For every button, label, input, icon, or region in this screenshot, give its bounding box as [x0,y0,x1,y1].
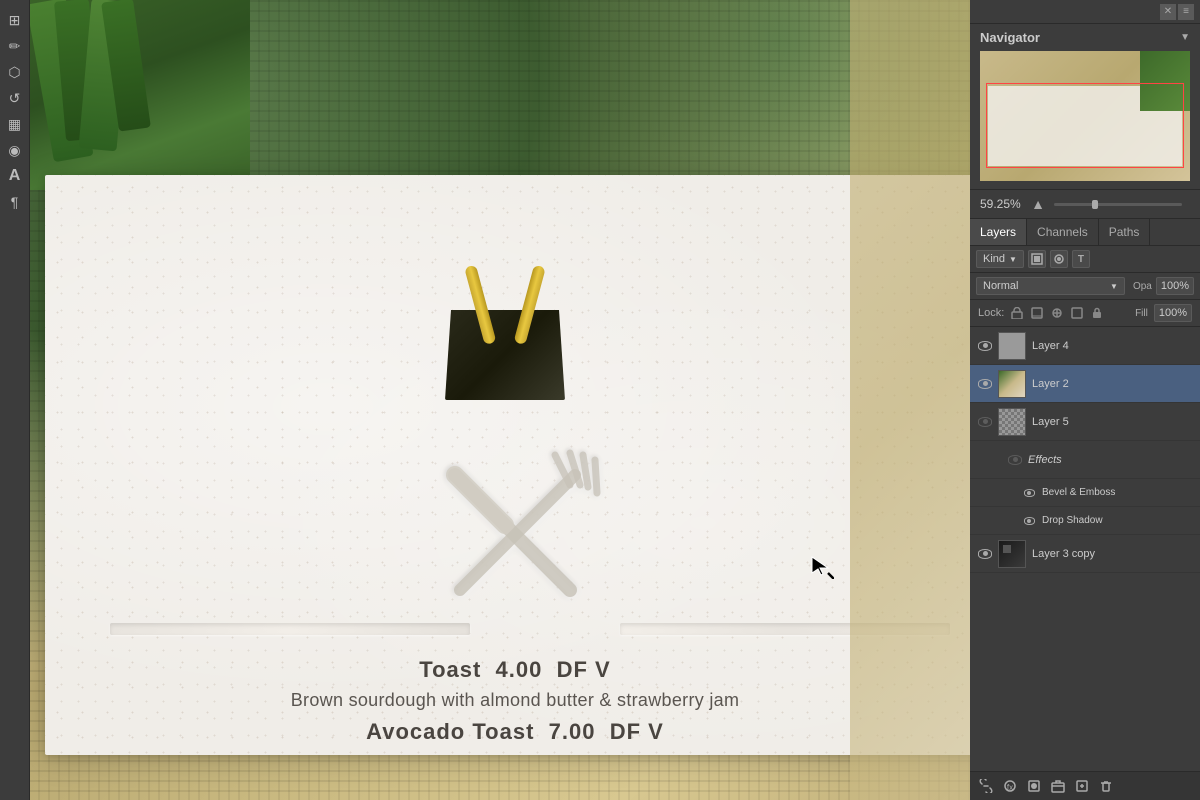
opacity-input[interactable]: 100% [1156,277,1194,295]
lock-artboard-icon[interactable] [1070,306,1084,320]
panel-expand-button[interactable]: ≡ [1178,4,1194,20]
filter-dropdown-arrow: ▼ [1009,255,1017,264]
menu-card: Toast 4.00 DF V Brown sourdough with alm… [45,175,970,755]
adjustments-icon[interactable]: ⊞ [3,8,27,32]
blend-dropdown-arrow: ▼ [1110,282,1118,291]
effect-bevel-item[interactable]: Bevel & Emboss [970,479,1200,507]
layer-item[interactable]: Layer 2 [970,365,1200,403]
layer-thumbnail [998,540,1026,568]
lock-position-icon[interactable] [1050,306,1064,320]
cutlery-icon [415,435,615,635]
layer-item[interactable]: Layer 5 [970,403,1200,441]
menu-item-2-title: Avocado Toast 7.00 DF V [45,719,970,745]
lock-all-icon[interactable] [1090,306,1104,320]
blend-mode-dropdown[interactable]: Normal ▼ [976,277,1125,295]
zoom-slider-track[interactable] [1054,203,1182,206]
text-tool-icon[interactable]: A [3,164,27,188]
layer-thumbnail [998,332,1026,360]
filter-bar: Kind ▼ T [970,246,1200,273]
filter-kind-dropdown[interactable]: Kind ▼ [976,250,1024,268]
layer-item[interactable]: Layer 4 [970,327,1200,365]
add-mask-button[interactable] [1024,776,1044,796]
effects-group-item[interactable]: Effects [970,441,1200,479]
paragraph-icon[interactable]: ¶ [3,190,27,214]
zoom-value: 59.25% [980,197,1030,211]
zoom-up-button[interactable]: ▲ [1030,196,1046,212]
layer-visibility-toggle[interactable] [976,337,994,355]
effect-visibility-toggle[interactable] [1020,512,1038,530]
menu-item-1-desc: Brown sourdough with almond butter & str… [45,686,970,715]
layer-name: Layer 4 [1032,340,1194,352]
zoom-control: 59.25% ▲ [970,190,1200,219]
lock-bar: Lock: Fill 100% [970,300,1200,327]
layer-visibility-toggle[interactable] [976,413,994,431]
create-group-button[interactable] [1048,776,1068,796]
lock-label: Lock: [978,307,1004,319]
layer-name: Layer 2 [1032,378,1194,390]
opacity-label: Opa [1133,281,1152,292]
navigator-section: Navigator ▼ [970,24,1200,190]
filter-type-icon[interactable]: T [1072,250,1090,268]
layer-visibility-toggle[interactable] [976,375,994,393]
veggie-area [30,0,250,190]
layer-thumbnail [998,408,1026,436]
navigator-title: Navigator [980,30,1040,45]
effect-visibility-toggle[interactable] [1020,484,1038,502]
effect-dropshadow-item[interactable]: Drop Shadow [970,507,1200,535]
panel-header-controls: ✕ ≡ [970,0,1200,24]
fill-label: Fill [1135,308,1148,319]
eraser-icon[interactable]: ◉ [3,138,27,162]
fill-value[interactable]: 100% [1154,304,1192,322]
menu-text-area: Toast 4.00 DF V Brown sourdough with alm… [45,655,970,745]
effect-name: Drop Shadow [1042,515,1194,526]
blend-mode-value: Normal [983,280,1018,292]
lock-transparent-icon[interactable] [1010,306,1024,320]
svg-text:fx: fx [1007,783,1013,792]
panel-close-button[interactable]: ✕ [1160,4,1176,20]
effects-visibility-toggle[interactable] [1006,451,1024,469]
link-layers-button[interactable] [976,776,996,796]
effect-name: Bevel & Emboss [1042,487,1194,498]
filter-pixel-icon[interactable] [1028,250,1046,268]
lock-image-icon[interactable] [1030,306,1044,320]
layer-name: Layer 5 [1032,416,1194,428]
navigator-collapse-icon: ▼ [1180,32,1190,43]
tab-layers[interactable]: Layers [970,219,1027,245]
layer-thumbnail [998,370,1026,398]
right-panel: ✕ ≡ Navigator ▼ 59.25% ▲ Layers Channels… [970,0,1200,800]
navigator-thumbnail[interactable] [980,51,1190,181]
layer-name: Layer 3 copy [1032,548,1194,560]
tab-paths[interactable]: Paths [1099,219,1151,245]
effects-label: Effects [1028,454,1194,466]
binder-clip [425,270,585,450]
tab-channels[interactable]: Channels [1027,219,1099,245]
smudge-icon[interactable]: ↺ [3,86,27,110]
layers-panel-tabs: Layers Channels Paths [970,219,1200,246]
layer-visibility-toggle[interactable] [976,545,994,563]
brush-icon[interactable]: ✏ [3,34,27,58]
filter-adjustment-icon[interactable] [1050,250,1068,268]
navigator-header[interactable]: Navigator ▼ [970,24,1200,51]
stamp-icon[interactable]: ⬡ [3,60,27,84]
wicker-right [850,0,970,800]
layers-list: Layer 4 Layer 2 Layer 5 Effe [970,327,1200,771]
delete-layer-button[interactable] [1096,776,1116,796]
histogram-icon[interactable]: ▦ [3,112,27,136]
blend-bar: Normal ▼ Opa 100% [970,273,1200,300]
left-toolbar: ⊞ ✏ ⬡ ↺ ▦ ◉ A ¶ [0,0,30,800]
create-new-layer-button[interactable] [1072,776,1092,796]
filter-kind-label: Kind [983,253,1005,265]
canvas-area: Toast 4.00 DF V Brown sourdough with alm… [30,0,970,800]
add-style-button[interactable]: fx [1000,776,1020,796]
menu-item-1-title: Toast 4.00 DF V [45,655,970,686]
layer-item[interactable]: Layer 3 copy [970,535,1200,573]
layers-toolbar: fx [970,771,1200,800]
